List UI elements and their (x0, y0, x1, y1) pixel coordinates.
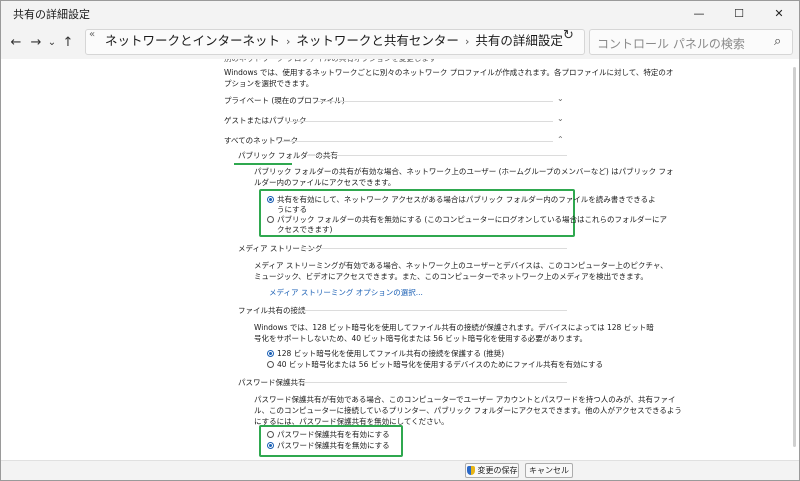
public-folder-desc-1: パブリック フォルダーの共有が有効な場合、ネットワーク上のユーザー (ホームグル… (254, 167, 674, 176)
chevron-down-icon[interactable]: ⌄ (557, 94, 564, 103)
footer-bar: 変更の保存 キャンセル (1, 460, 799, 480)
window-title: 共有の詳細設定 (13, 8, 90, 21)
divider (297, 382, 567, 383)
save-changes-button[interactable]: 変更の保存 (465, 463, 519, 478)
address-dropdown-icon[interactable]: ⌄ (537, 29, 545, 40)
radio-unselected-icon[interactable] (267, 430, 274, 438)
radio-selected-icon[interactable] (267, 349, 274, 357)
public-folder-disable-option-cont: クセスできます) (277, 225, 333, 234)
password-enable-option[interactable]: パスワード保護共有を有効にする (267, 429, 390, 440)
close-button[interactable]: ✕ (759, 1, 799, 25)
navigation-bar: ← → ⌄ ↑ « ネットワークとインターネット › ネットワークと共有センター › 共… (1, 25, 799, 59)
media-desc-2: ミュージック、ビデオにアクセスできます。また、このコンピューターでネットワーク上… (254, 272, 648, 281)
cancel-button[interactable]: キャンセル (525, 463, 573, 478)
search-box[interactable]: コントロール パネルの検索 ⌕ (589, 29, 793, 55)
refresh-icon[interactable]: ↻ (563, 28, 574, 43)
intro-text-1: Windows では、使用するネットワークごとに別々のネットワーク プロファイル… (224, 68, 674, 77)
breadcrumb-network-internet[interactable]: ネットワークとインターネット (105, 33, 280, 48)
media-streaming-options-link[interactable]: メディア ストリーミング オプションの選択... (269, 287, 423, 298)
truncated-heading: 別のネットワーク プロファイルの共有オプションを変更します (224, 59, 436, 64)
password-sharing-heading: パスワード保護共有 (238, 378, 306, 387)
back-button[interactable]: ← (7, 33, 25, 51)
breadcrumb-separator-icon[interactable]: › (286, 35, 290, 48)
chevron-down-icon[interactable]: ⌄ (557, 114, 564, 123)
up-button[interactable]: ↑ (59, 33, 77, 51)
title-bar: 共有の詳細設定 — ☐ ✕ (1, 1, 799, 25)
radio-unselected-icon[interactable] (267, 360, 274, 368)
encryption-128-option[interactable]: 128 ビット暗号化を使用してファイル共有の接続を保護する (推奨) (267, 348, 504, 359)
minimize-button[interactable]: — (679, 1, 719, 25)
public-folder-desc-2: ルダー内のファイルにアクセスできます。 (254, 178, 396, 187)
password-desc-2: ル、このコンピューターに接続しているプリンター、パブリック フォルダーにアクセス… (254, 406, 682, 415)
scrollbar-thumb[interactable] (793, 67, 796, 447)
radio-selected-icon[interactable] (267, 441, 274, 449)
divider (317, 101, 553, 102)
search-icon[interactable]: ⌕ (774, 34, 781, 49)
password-desc-1: パスワード保護共有が有効である場合、このコンピューターでユーザー アカウントとパ… (254, 395, 676, 404)
password-disable-option[interactable]: パスワード保護共有を無効にする (267, 440, 390, 451)
encryption-40-56-option[interactable]: 40 ビット暗号化または 56 ビット暗号化を使用するデバイスのためにファイル共… (267, 359, 603, 370)
breadcrumb-advanced-sharing[interactable]: 共有の詳細設定 (475, 33, 563, 48)
divider (286, 121, 553, 122)
breadcrumb-separator-icon[interactable]: › (465, 35, 469, 48)
radio-selected-icon[interactable] (267, 195, 274, 203)
breadcrumb-root-icon[interactable]: « (89, 29, 95, 40)
divider (307, 155, 567, 156)
window: 共有の詳細設定 — ☐ ✕ ← → ⌄ ↑ « ネットワークとインターネット › ネ… (0, 0, 800, 481)
chevron-up-icon[interactable]: ⌃ (557, 135, 564, 144)
divider (301, 248, 567, 249)
file-sharing-desc-1: Windows では、128 ビット暗号化を使用してファイル共有の接続が保護され… (254, 323, 654, 332)
file-sharing-desc-2: 号化をサポートしないため、40 ビット暗号化または 56 ビット暗号化を使用する… (254, 334, 587, 343)
public-folder-enable-option[interactable]: 共有を有効にして、ネットワーク アクセスがある場合はパブリック フォルダー内のフ… (267, 194, 656, 205)
highlight-underline (234, 163, 292, 165)
intro-text-2: プションを選択できます。 (224, 79, 314, 88)
radio-unselected-icon[interactable] (267, 215, 274, 223)
maximize-button[interactable]: ☐ (719, 1, 759, 25)
uac-shield-icon (466, 466, 475, 475)
divider (295, 310, 567, 311)
settings-content: 別のネットワーク プロファイルの共有オプションを変更します Windows では… (1, 59, 799, 460)
breadcrumb: ネットワークとインターネット › ネットワークと共有センター › 共有の詳細設定 (105, 30, 563, 49)
divider (281, 141, 553, 142)
breadcrumb-network-sharing-center[interactable]: ネットワークと共有センター (296, 33, 459, 48)
search-input[interactable]: コントロール パネルの検索 (597, 35, 745, 52)
scrollbar[interactable] (789, 59, 799, 460)
media-desc-1: メディア ストリーミングが有効である場合、ネットワーク上のユーザーとデバイスは、… (254, 261, 668, 270)
